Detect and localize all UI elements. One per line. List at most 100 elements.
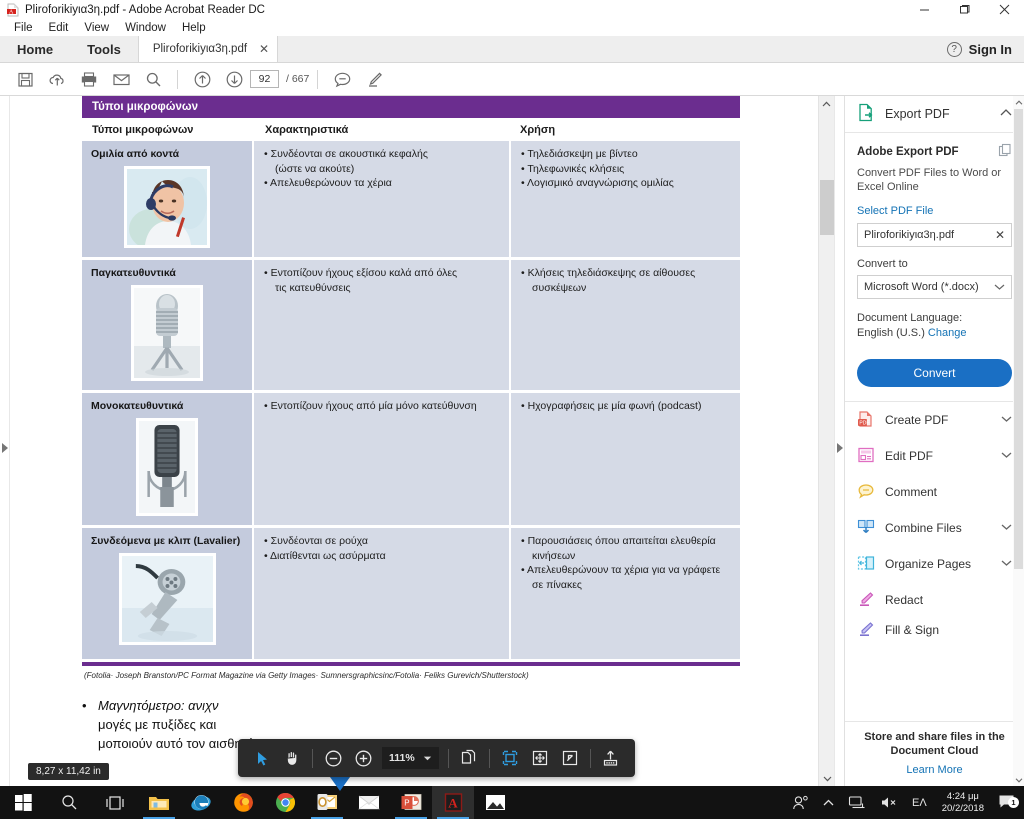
save-icon[interactable] bbox=[9, 66, 41, 93]
copy-pages-icon[interactable] bbox=[454, 743, 484, 773]
change-language-link[interactable]: Change bbox=[928, 327, 967, 339]
feature-item: • Συνδέονται σε ρούχα bbox=[264, 535, 368, 547]
navigation-pane-toggle[interactable] bbox=[0, 96, 10, 786]
close-icon[interactable]: ✕ bbox=[259, 42, 269, 56]
tool-fill-sign[interactable]: Fill & Sign bbox=[845, 618, 1024, 642]
zoom-in-button[interactable] bbox=[348, 743, 378, 773]
previous-page-icon[interactable] bbox=[186, 66, 218, 93]
learn-more-link[interactable]: Learn More bbox=[855, 764, 1014, 776]
convert-button[interactable]: Convert bbox=[857, 359, 1012, 387]
chevron-down-icon[interactable] bbox=[1001, 558, 1012, 570]
chevron-down-icon[interactable] bbox=[1001, 450, 1012, 462]
tool-organize-pages[interactable]: Organize Pages bbox=[845, 546, 1024, 582]
close-button[interactable] bbox=[984, 0, 1024, 19]
tool-edit-pdf[interactable]: Edit PDF bbox=[845, 438, 1024, 474]
tab-home[interactable]: Home bbox=[0, 36, 71, 62]
chevron-down-icon[interactable] bbox=[1001, 414, 1012, 426]
share-upload-icon[interactable] bbox=[596, 743, 626, 773]
chrome-icon[interactable] bbox=[264, 786, 306, 819]
upload-cloud-icon[interactable] bbox=[41, 66, 73, 93]
scrollbar-thumb[interactable] bbox=[1014, 109, 1023, 569]
mail-icon[interactable] bbox=[348, 786, 390, 819]
tool-comment[interactable]: Comment bbox=[845, 474, 1024, 510]
minimize-button[interactable] bbox=[904, 0, 944, 19]
help-icon[interactable]: ? bbox=[946, 42, 962, 57]
internet-explorer-icon[interactable] bbox=[180, 786, 222, 819]
duplicate-icon[interactable] bbox=[998, 143, 1012, 160]
show-desktop-button[interactable] bbox=[1020, 786, 1024, 819]
menu-item-edit[interactable]: Edit bbox=[41, 22, 77, 34]
zoom-level-select[interactable]: 111% bbox=[382, 747, 439, 769]
chevron-up-icon[interactable] bbox=[1000, 108, 1012, 120]
convert-to-select[interactable]: Microsoft Word (*.docx) bbox=[857, 275, 1012, 299]
maximize-button[interactable] bbox=[944, 0, 984, 19]
svg-text:PDF: PDF bbox=[859, 420, 869, 426]
cursor-select-icon[interactable] bbox=[247, 743, 277, 773]
scroll-down-button[interactable] bbox=[1013, 773, 1024, 786]
scrollbar-thumb[interactable] bbox=[820, 180, 834, 235]
firefox-icon[interactable] bbox=[222, 786, 264, 819]
feature-item: • Απελευθερώνουν τα χέρια bbox=[264, 177, 392, 189]
search-icon[interactable] bbox=[137, 66, 169, 93]
floating-toolbar-pointer bbox=[330, 777, 350, 791]
tool-combine-files[interactable]: Combine Files bbox=[845, 510, 1024, 546]
chevron-down-icon[interactable] bbox=[1001, 522, 1012, 534]
document-scrollbar[interactable] bbox=[818, 96, 835, 786]
sign-in-button[interactable]: Sign In bbox=[969, 42, 1012, 57]
feature-item: • Συνδέονται σε ακουστικά κεφαλής bbox=[264, 148, 428, 160]
use-item: • Ηχογραφήσεις με μία φωνή (podcast) bbox=[521, 400, 702, 412]
next-page-icon[interactable] bbox=[218, 66, 250, 93]
row-uses-cell: • Τηλεδιάσκεψη με βίντεο • Τηλεφωνικές κ… bbox=[511, 141, 740, 257]
tool-create-pdf[interactable]: PDF Create PDF bbox=[845, 402, 1024, 438]
people-icon[interactable] bbox=[785, 786, 816, 819]
chevron-right-icon bbox=[2, 443, 8, 453]
table-bottom-rule bbox=[82, 662, 740, 666]
clock[interactable]: 4:24 μμ 20/2/2018 bbox=[934, 791, 992, 815]
chevron-down-icon[interactable] bbox=[994, 280, 1005, 294]
comment-icon[interactable] bbox=[326, 66, 358, 93]
powerpoint-icon[interactable]: P bbox=[390, 786, 432, 819]
tools-pane-toggle[interactable] bbox=[834, 96, 844, 786]
language-indicator[interactable]: EΛ bbox=[905, 786, 934, 819]
tools-panel-scrollbar[interactable] bbox=[1013, 96, 1024, 786]
file-explorer-icon[interactable] bbox=[138, 786, 180, 819]
tab-tools[interactable]: Tools bbox=[70, 36, 138, 62]
page-number-input[interactable]: 92 bbox=[250, 70, 279, 88]
zoom-out-button[interactable] bbox=[318, 743, 348, 773]
scroll-up-button[interactable] bbox=[819, 96, 834, 112]
selected-file-field[interactable]: Pliroforikiyια3η.pdf ✕ bbox=[857, 223, 1012, 247]
tool-redact[interactable]: Redact bbox=[845, 582, 1024, 618]
print-icon[interactable] bbox=[73, 66, 105, 93]
volume-muted-icon[interactable] bbox=[873, 786, 905, 819]
menu-item-window[interactable]: Window bbox=[117, 22, 174, 34]
menu-item-file[interactable]: File bbox=[6, 22, 41, 34]
move-page-icon[interactable] bbox=[525, 743, 555, 773]
task-view-icon[interactable] bbox=[92, 786, 138, 819]
page-total-label: / 667 bbox=[286, 73, 310, 85]
email-icon[interactable] bbox=[105, 66, 137, 93]
menu-item-help[interactable]: Help bbox=[174, 22, 214, 34]
document-pane[interactable]: Τύποι μικροφώνων Τύποι μικροφώνων Χαρακτ… bbox=[10, 96, 818, 786]
chevron-down-icon[interactable] bbox=[423, 751, 432, 765]
close-icon[interactable]: ✕ bbox=[995, 228, 1005, 242]
photos-icon[interactable] bbox=[474, 786, 516, 819]
windows-start-icon[interactable] bbox=[0, 786, 46, 819]
expand-icon[interactable] bbox=[555, 743, 585, 773]
use-item: κινήσεων bbox=[532, 549, 576, 562]
scroll-down-button[interactable] bbox=[819, 770, 835, 786]
search-icon[interactable] bbox=[46, 786, 92, 819]
select-pdf-file-link[interactable]: Select PDF File bbox=[857, 205, 1012, 217]
highlight-pen-icon[interactable] bbox=[358, 66, 390, 93]
export-pdf-header[interactable]: Export PDF bbox=[845, 96, 1024, 133]
adobe-reader-icon[interactable]: A bbox=[432, 786, 474, 819]
scroll-up-button[interactable] bbox=[1013, 96, 1024, 109]
fit-page-icon[interactable] bbox=[495, 743, 525, 773]
show-hidden-icons-button[interactable] bbox=[816, 786, 841, 819]
menu-item-view[interactable]: View bbox=[76, 22, 117, 34]
toolbar-divider bbox=[177, 69, 178, 89]
tab-document[interactable]: Pliroforikiyια3η.pdf ✕ bbox=[137, 36, 279, 62]
network-icon[interactable] bbox=[841, 786, 873, 819]
hand-pan-icon[interactable] bbox=[277, 743, 307, 773]
feature-item: (ώστε να ακούτε) bbox=[275, 162, 355, 175]
document-language-value: English (U.S.) bbox=[857, 327, 925, 339]
